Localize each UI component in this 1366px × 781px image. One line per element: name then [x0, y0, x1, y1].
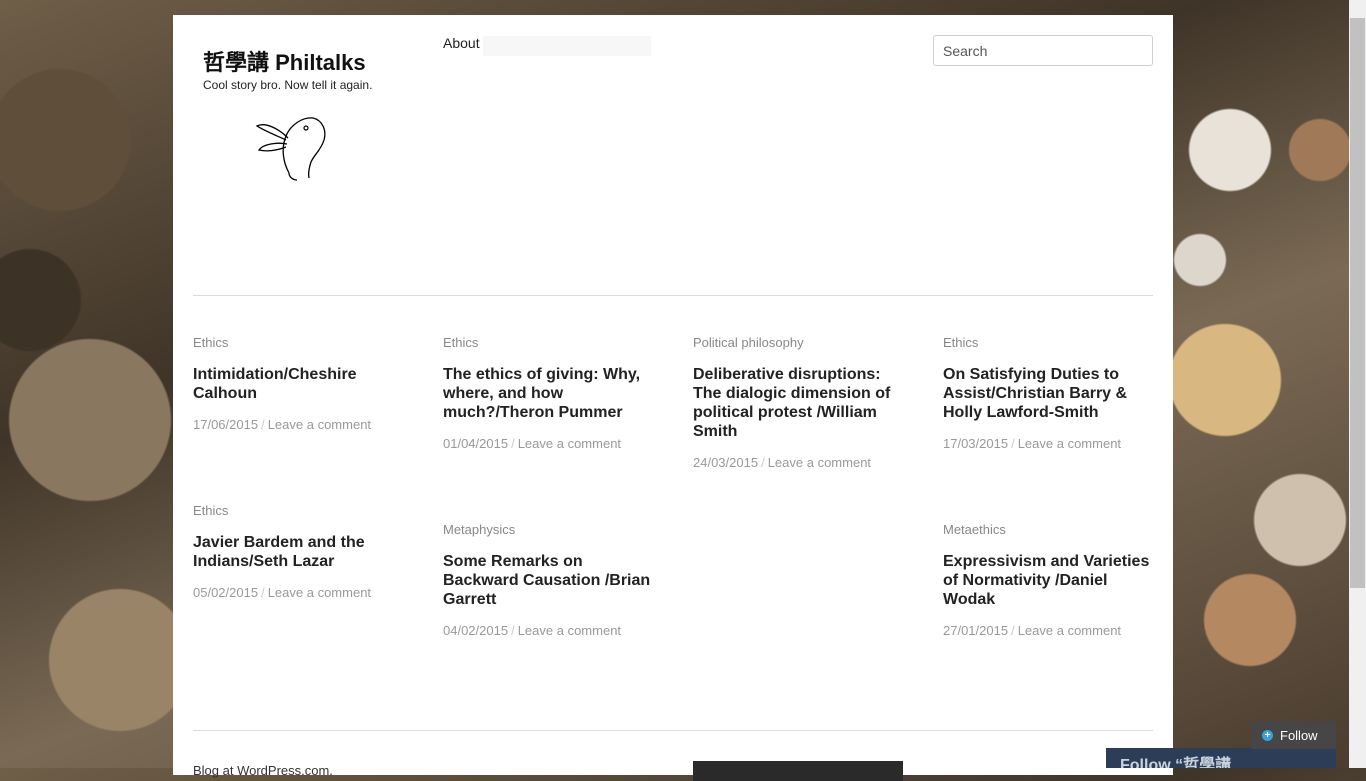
search-input[interactable] — [933, 35, 1153, 66]
post-title[interactable]: On Satisfying Duties to Assist/Christian… — [943, 365, 1153, 422]
post-date[interactable]: 17/06/2015 — [193, 417, 258, 432]
post-category[interactable]: Metaethics — [943, 522, 1153, 538]
leave-comment-link[interactable]: Leave a comment — [268, 585, 371, 600]
header-divider — [193, 295, 1153, 296]
post-date[interactable]: 04/02/2015 — [443, 623, 508, 638]
follow-panel-text: Follow “哲學講 — [1120, 757, 1232, 768]
post-date[interactable]: 05/02/2015 — [193, 585, 258, 600]
plus-icon: + — [1262, 729, 1273, 741]
post-category[interactable]: Political philosophy — [693, 335, 903, 351]
post-meta: 17/06/2015/Leave a comment — [193, 417, 372, 432]
leave-comment-link[interactable]: Leave a comment — [1018, 436, 1121, 451]
post-item: Political philosophy Deliberative disrup… — [693, 335, 903, 471]
page-container: 哲學講 Philtalks Cool story bro. Now tell i… — [173, 15, 1173, 781]
site-description: Cool story bro. Now tell it again. — [203, 78, 373, 92]
follow-button[interactable]: + Follow — [1252, 721, 1336, 749]
post-title[interactable]: Intimidation/Cheshire Calhoun — [193, 365, 403, 403]
post-category[interactable]: Ethics — [443, 335, 653, 351]
post-item: Ethics On Satisfying Duties to Assist/Ch… — [943, 335, 1153, 452]
site-title[interactable]: 哲學講 Philtalks — [203, 45, 366, 77]
post-meta: 24/03/2015/Leave a comment — [693, 455, 872, 470]
footer-credit[interactable]: Blog at WordPress.com. — [193, 763, 333, 778]
post-meta: 04/02/2015/Leave a comment — [443, 623, 622, 638]
leave-comment-link[interactable]: Leave a comment — [518, 436, 621, 451]
follow-panel[interactable]: Follow “哲學講 — [1106, 748, 1336, 768]
post-meta: 01/04/2015/Leave a comment — [443, 436, 622, 451]
post-item: Ethics Javier Bardem and the Indians/Set… — [193, 503, 403, 601]
post-item: Ethics Intimidation/Cheshire Calhoun 17/… — [193, 335, 403, 433]
leave-comment-link[interactable]: Leave a comment — [518, 623, 621, 638]
post-meta: 17/03/2015/Leave a comment — [943, 436, 1122, 451]
leave-comment-link[interactable]: Leave a comment — [268, 417, 371, 432]
post-category[interactable]: Ethics — [193, 503, 403, 519]
post-date[interactable]: 27/01/2015 — [943, 623, 1008, 638]
post-category[interactable]: Metaphysics — [443, 522, 653, 538]
footer-image — [693, 761, 903, 781]
post-meta: 27/01/2015/Leave a comment — [943, 623, 1122, 638]
footer-divider — [193, 730, 1153, 731]
post-item: Metaphysics Some Remarks on Backward Cau… — [443, 522, 653, 639]
post-date[interactable]: 17/03/2015 — [943, 436, 1008, 451]
post-item: Metaethics Expressivism and Varieties of… — [943, 522, 1153, 639]
post-title[interactable]: Javier Bardem and the Indians/Seth Lazar — [193, 533, 403, 571]
post-date[interactable]: 01/04/2015 — [443, 436, 508, 451]
post-category[interactable]: Ethics — [943, 335, 1153, 351]
nav-about[interactable]: About — [443, 35, 480, 51]
follow-button-label: Follow — [1280, 727, 1318, 743]
leave-comment-link[interactable]: Leave a comment — [1018, 623, 1121, 638]
nav-background — [483, 36, 651, 56]
post-date[interactable]: 24/03/2015 — [693, 455, 758, 470]
post-item: Ethics The ethics of giving: Why, where,… — [443, 335, 653, 452]
scrollbar-thumb[interactable] — [1350, 18, 1365, 588]
post-title[interactable]: Expressivism and Varieties of Normativit… — [943, 552, 1153, 609]
rabbit-duck-icon[interactable] — [253, 100, 328, 187]
post-title[interactable]: Deliberative disruptions: The dialogic d… — [693, 365, 903, 441]
post-meta: 05/02/2015/Leave a comment — [193, 585, 372, 600]
post-title[interactable]: The ethics of giving: Why, where, and ho… — [443, 365, 653, 422]
post-category[interactable]: Ethics — [193, 335, 403, 351]
leave-comment-link[interactable]: Leave a comment — [768, 455, 871, 470]
post-title[interactable]: Some Remarks on Backward Causation /Bria… — [443, 552, 653, 609]
